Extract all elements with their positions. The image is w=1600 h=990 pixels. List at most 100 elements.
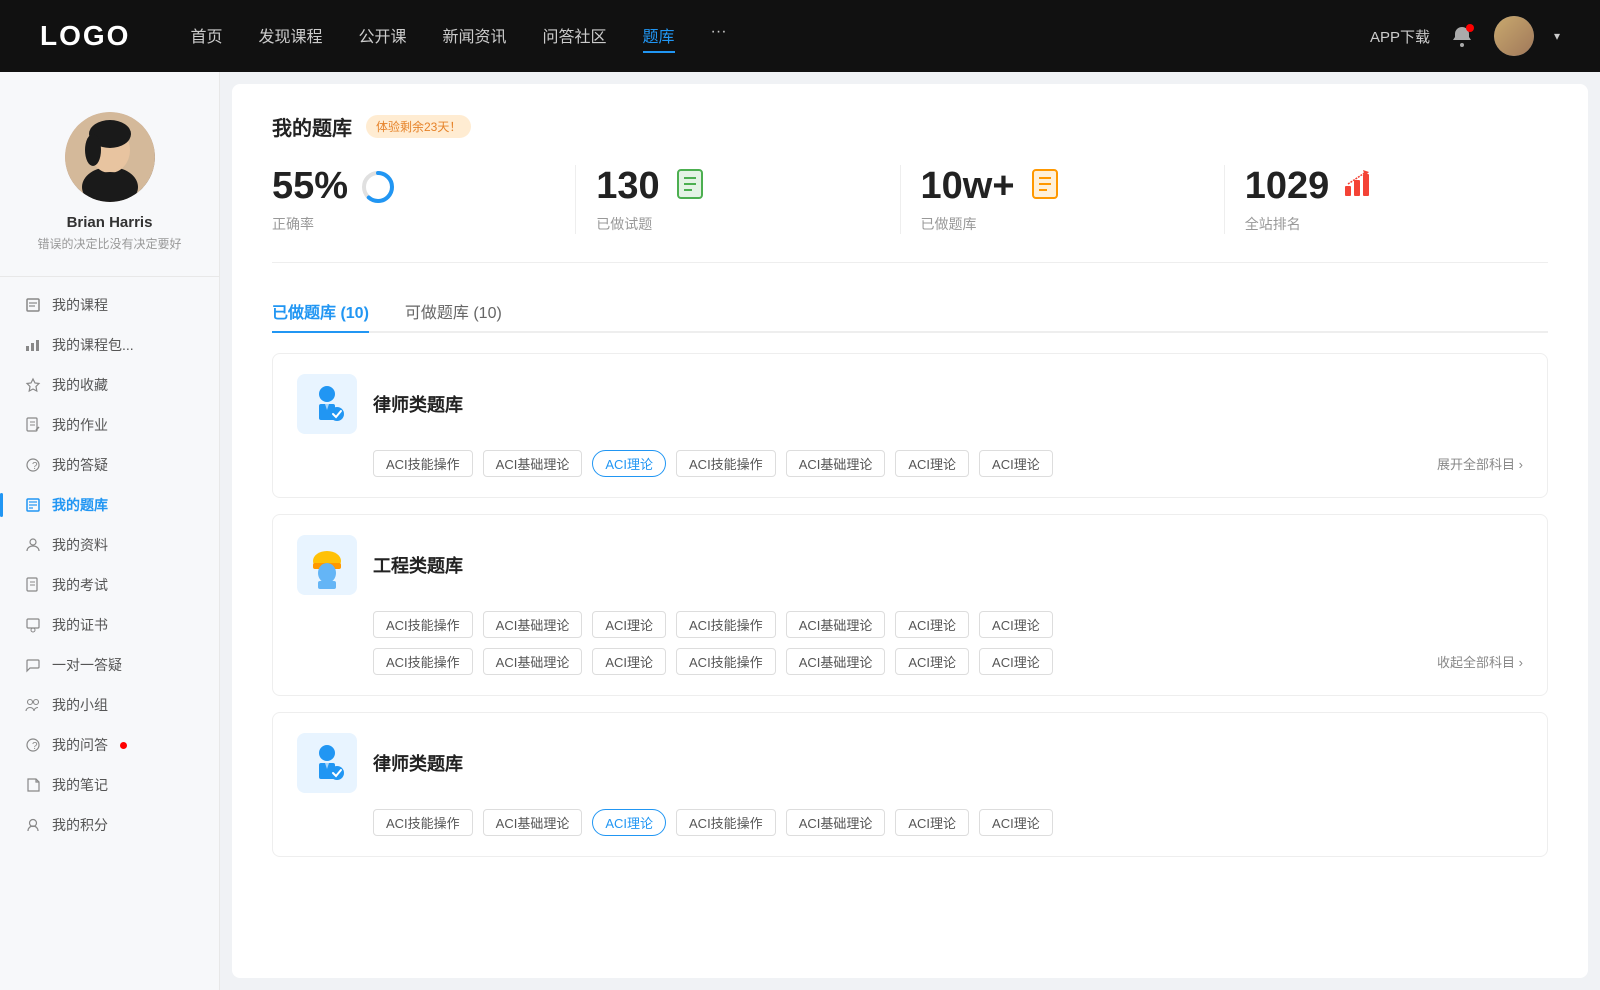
qbank-tag[interactable]: ACI基础理论 (483, 450, 583, 477)
qbank-tag[interactable]: ACI技能操作 (373, 809, 473, 836)
lawyer-icon-2 (297, 733, 357, 793)
questions-doc-icon (672, 166, 708, 207)
page-title: 我的题库 (272, 112, 352, 141)
qbank-tag[interactable]: ACI理论 (895, 450, 969, 477)
questions-icon: ? (24, 736, 42, 754)
sidebar-item-points[interactable]: 我的积分 (0, 805, 219, 845)
qbank-tag[interactable]: ACI理论 (979, 450, 1053, 477)
qbank-tag[interactable]: ACI基础理论 (786, 809, 886, 836)
qbank-tag[interactable]: ACI理论 (895, 809, 969, 836)
qbank-tag[interactable]: ACI技能操作 (373, 611, 473, 638)
notes-icon (24, 776, 42, 794)
courses-icon (24, 296, 42, 314)
qbank-tag[interactable]: ACI基础理论 (786, 450, 886, 477)
sidebar-item-profile[interactable]: 我的资料 (0, 525, 219, 565)
user-dropdown-arrow[interactable]: ▾ (1554, 29, 1560, 43)
avatar-image (65, 112, 155, 202)
qbank-tag[interactable]: ACI理论 (979, 648, 1053, 675)
favorites-label: 我的收藏 (52, 375, 108, 395)
qbank-tag-active[interactable]: ACI理论 (592, 809, 666, 836)
avatar-image (1494, 16, 1534, 56)
qbank-tag[interactable]: ACI理论 (979, 611, 1053, 638)
qbank-tag[interactable]: ACI基础理论 (786, 611, 886, 638)
course-pkg-icon (24, 336, 42, 354)
qa-label: 我的答疑 (52, 455, 108, 475)
nav-qa[interactable]: 问答社区 (543, 19, 607, 53)
profile-icon (24, 536, 42, 554)
tab-done[interactable]: 已做题库 (10) (272, 291, 369, 331)
sidebar: Brian Harris 错误的决定比没有决定要好 我的课程 我的课程包... (0, 72, 220, 990)
sidebar-item-courses[interactable]: 我的课程 (0, 285, 219, 325)
sidebar-item-1on1[interactable]: 一对一答疑 (0, 645, 219, 685)
stat-banks-value-row: 10w+ (921, 165, 1063, 208)
profile-label: 我的资料 (52, 535, 108, 555)
nav-qbank[interactable]: 题库 (643, 19, 675, 53)
questions-red-dot (120, 742, 127, 749)
sidebar-item-homework[interactable]: 我的作业 (0, 405, 219, 445)
tab-available[interactable]: 可做题库 (10) (405, 291, 502, 331)
qbank-icon (24, 496, 42, 514)
qbank-tag[interactable]: ACI理论 (592, 648, 666, 675)
group-icon (24, 696, 42, 714)
qbank-expand-2[interactable]: 收起全部科目 › (1437, 652, 1523, 671)
layout: Brian Harris 错误的决定比没有决定要好 我的课程 我的课程包... (0, 72, 1600, 990)
cert-icon (24, 616, 42, 634)
notification-bell[interactable] (1450, 24, 1474, 48)
sidebar-item-notes[interactable]: 我的笔记 (0, 765, 219, 805)
app-download-button[interactable]: APP下载 (1370, 26, 1430, 47)
qbank-tag[interactable]: ACI理论 (895, 611, 969, 638)
qbank-tag[interactable]: ACI基础理论 (483, 648, 583, 675)
qbank-title-3: 律师类题库 (373, 750, 463, 776)
stat-accuracy: 55% 正确率 (272, 165, 576, 234)
nav-news[interactable]: 新闻资讯 (443, 19, 507, 53)
qbank-tag[interactable]: ACI技能操作 (373, 450, 473, 477)
qbank-tag[interactable]: ACI基础理论 (483, 809, 583, 836)
sidebar-item-qbank[interactable]: 我的题库 (0, 485, 219, 525)
stat-questions-value: 130 (596, 165, 659, 208)
accuracy-donut-icon (360, 169, 396, 205)
nav-open-course[interactable]: 公开课 (358, 19, 406, 53)
stat-accuracy-label: 正确率 (272, 214, 314, 234)
stat-questions: 130 已做试题 (576, 165, 900, 234)
qbank-tag[interactable]: ACI技能操作 (676, 611, 776, 638)
qbank-tags-row-3: ACI技能操作 ACI基础理论 ACI理论 ACI技能操作 ACI基础理论 AC… (297, 809, 1523, 836)
sidebar-item-group[interactable]: 我的小组 (0, 685, 219, 725)
qbank-tag[interactable]: ACI基础理论 (786, 648, 886, 675)
sidebar-item-qa[interactable]: ? 我的答疑 (0, 445, 219, 485)
stat-rank: 1029 全站排名 (1225, 165, 1548, 234)
qbank-title-1: 律师类题库 (373, 391, 463, 417)
qbank-tag-active[interactable]: ACI理论 (592, 450, 666, 477)
qbank-tags-row-1: ACI技能操作 ACI基础理论 ACI理论 ACI技能操作 ACI基础理论 AC… (297, 450, 1523, 477)
stat-banks-label: 已做题库 (921, 214, 977, 234)
qbank-tag[interactable]: ACI技能操作 (676, 809, 776, 836)
qbank-tag[interactable]: ACI技能操作 (676, 450, 776, 477)
qbank-tag[interactable]: ACI理论 (592, 611, 666, 638)
courses-label: 我的课程 (52, 295, 108, 315)
nav-discover[interactable]: 发现课程 (258, 19, 322, 53)
qbank-expand-1[interactable]: 展开全部科目 › (1437, 454, 1523, 473)
qbank-tag[interactable]: ACI理论 (895, 648, 969, 675)
sidebar-item-questions[interactable]: ? 我的问答 (0, 725, 219, 765)
qbank-tag[interactable]: ACI基础理论 (483, 611, 583, 638)
sidebar-item-favorites[interactable]: 我的收藏 (0, 365, 219, 405)
navbar-right: APP下载 ▾ (1370, 16, 1560, 56)
rank-chart-icon (1341, 166, 1377, 207)
stat-questions-value-row: 130 (596, 165, 707, 208)
sidebar-item-exam[interactable]: 我的考试 (0, 565, 219, 605)
user-avatar[interactable] (1494, 16, 1534, 56)
sidebar-item-course-pkg[interactable]: 我的课程包... (0, 325, 219, 365)
qbank-card-header-1: 律师类题库 (297, 374, 1523, 434)
sidebar-item-cert[interactable]: 我的证书 (0, 605, 219, 645)
stat-banks: 10w+ 已做题库 (901, 165, 1225, 234)
exam-label: 我的考试 (52, 575, 108, 595)
qbank-tag[interactable]: ACI技能操作 (676, 648, 776, 675)
qbank-tag[interactable]: ACI理论 (979, 809, 1053, 836)
logo: LOGO (40, 20, 130, 52)
nav-more[interactable]: ··· (711, 19, 727, 53)
stats-row: 55% 正确率 130 (272, 165, 1548, 263)
cert-label: 我的证书 (52, 615, 108, 635)
nav-home[interactable]: 首页 (190, 19, 222, 53)
points-label: 我的积分 (52, 815, 108, 835)
page-title-row: 我的题库 体验剩余23天！ (272, 112, 1548, 141)
qbank-tag[interactable]: ACI技能操作 (373, 648, 473, 675)
